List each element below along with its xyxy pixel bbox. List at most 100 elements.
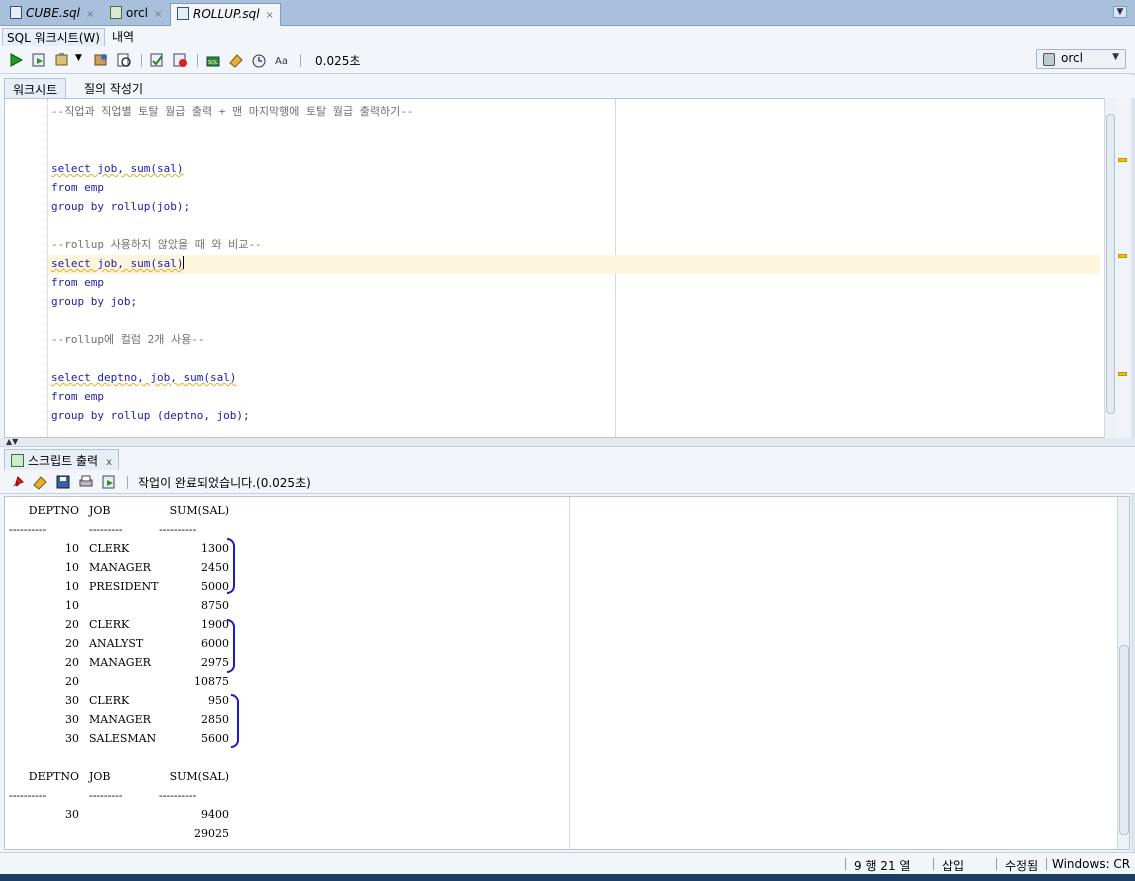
- output-toolbar: 작업이 완료되었습니다.(0.025초): [0, 470, 1135, 494]
- code-line: select job, sum(sal): [51, 256, 185, 270]
- history-icon[interactable]: [251, 52, 267, 68]
- code-line: from emp: [51, 276, 104, 289]
- status-separator: [1046, 858, 1047, 870]
- tab-script-output[interactable]: 스크립트 출력 x: [4, 449, 119, 470]
- panel-splitter[interactable]: [0, 438, 1135, 446]
- table-cell: 29025: [194, 827, 229, 840]
- table-cell: MANAGER: [89, 656, 151, 669]
- table-cell: 1300: [201, 542, 229, 555]
- separator-cell: ---------: [89, 523, 123, 536]
- table-cell: ANALYST: [89, 637, 144, 650]
- connection-name: orcl: [1061, 51, 1083, 65]
- tab-list-dropdown-icon[interactable]: ▼: [1113, 6, 1127, 18]
- splitter-arrows-icon[interactable]: ▲▼: [6, 438, 18, 446]
- close-icon[interactable]: ×: [86, 9, 94, 20]
- code-line: from emp: [51, 390, 104, 403]
- warning-marker[interactable]: [1118, 158, 1127, 162]
- format-case-icon[interactable]: Aa: [274, 52, 290, 68]
- separator-cell: ---------: [89, 789, 123, 802]
- table-cell: MANAGER: [89, 713, 151, 726]
- separator-cell: ----------: [9, 789, 47, 802]
- table-cell: 30: [65, 732, 79, 745]
- run-statement-icon[interactable]: [8, 52, 24, 68]
- script-output-area[interactable]: DEPTNO JOB SUM(SAL) ---------- --------- ----…: [4, 496, 1130, 850]
- connection-select[interactable]: orcl ▼: [1036, 49, 1126, 69]
- warning-marker[interactable]: [1118, 372, 1127, 376]
- line-ending: Windows: CR: [1052, 857, 1131, 871]
- separator-cell: ----------: [159, 523, 197, 536]
- tab-cube-sql[interactable]: CUBE.sql ×: [4, 3, 100, 26]
- status-separator: [933, 858, 934, 870]
- tab-rollup-sql[interactable]: ROLLUP.sql ×: [170, 3, 281, 27]
- tab-worksheet[interactable]: 워크시트: [4, 78, 67, 100]
- table-cell: 2975: [201, 656, 229, 669]
- close-icon[interactable]: ×: [266, 10, 274, 21]
- annotation-bracket: [227, 619, 235, 673]
- commit-icon[interactable]: [54, 52, 70, 68]
- toolbar-separator: [127, 476, 128, 489]
- code-comment: --rollup 사용하지 않았을 때 와 비교--: [51, 238, 262, 251]
- table-cell: 5600: [201, 732, 229, 745]
- elapsed-time: 0.025초: [315, 54, 361, 68]
- svg-text:SQL: SQL: [208, 60, 218, 66]
- tab-label: CUBE.sql: [26, 6, 80, 20]
- run-script-icon[interactable]: [31, 52, 47, 68]
- header-cell: JOB: [89, 770, 111, 783]
- tab-orcl[interactable]: orcl ×: [104, 3, 168, 26]
- code-line: group by job;: [51, 295, 138, 308]
- eraser-icon[interactable]: [228, 52, 244, 68]
- right-margin-line: [569, 497, 570, 849]
- pin-icon[interactable]: [10, 474, 26, 490]
- tab-history[interactable]: 내역: [108, 28, 138, 45]
- insert-mode[interactable]: 삽입: [942, 857, 964, 874]
- sql-connection-icon: [110, 6, 122, 19]
- table-cell: 6000: [201, 637, 229, 650]
- code-comment: --직업과 직업별 토탈 월급 출력 + 맨 마지막행에 토탈 월급 출력하기-…: [51, 105, 414, 118]
- clear-statement-icon[interactable]: [172, 52, 188, 68]
- scrollbar-thumb[interactable]: [1106, 114, 1115, 414]
- chevron-down-icon: ▼: [1112, 52, 1119, 62]
- toolbar-separator: [300, 54, 301, 67]
- header-cell: SUM(SAL): [169, 504, 229, 517]
- table-cell: 20: [65, 618, 79, 631]
- table-cell: 30: [65, 694, 79, 707]
- eraser-icon[interactable]: [32, 474, 48, 490]
- table-cell: 30: [65, 713, 79, 726]
- tab-label: 스크립트 출력: [28, 454, 99, 468]
- table-cell: 20: [65, 675, 79, 688]
- sql-editor[interactable]: --직업과 직업별 토탈 월급 출력 + 맨 마지막행에 토탈 월급 출력하기-…: [4, 98, 1116, 438]
- code-line: group by rollup (deptno, job);: [51, 409, 250, 422]
- header-cell: SUM(SAL): [169, 770, 229, 783]
- table-cell: PRESIDENT: [89, 580, 159, 593]
- warning-marker-strip: [1118, 98, 1130, 438]
- header-cell: JOB: [89, 504, 111, 517]
- close-icon[interactable]: ×: [154, 9, 162, 20]
- warning-marker[interactable]: [1118, 254, 1127, 258]
- print-icon[interactable]: [78, 474, 94, 490]
- annotation-bracket: [227, 538, 235, 594]
- separator-cell: ----------: [9, 523, 47, 536]
- autotrace-icon[interactable]: [149, 52, 165, 68]
- scrollbar-thumb[interactable]: [1119, 645, 1129, 835]
- sql-tuning-icon[interactable]: SQL: [205, 52, 221, 68]
- script-output-icon: [11, 454, 24, 467]
- chevron-down-icon[interactable]: ▼: [75, 53, 82, 63]
- tab-label: orcl: [126, 6, 148, 20]
- save-icon[interactable]: [55, 474, 71, 490]
- table-cell: 30: [65, 808, 79, 821]
- table-cell: 2850: [201, 713, 229, 726]
- explain-plan-icon[interactable]: [116, 52, 132, 68]
- run-script-icon[interactable]: [101, 474, 117, 490]
- database-icon: [1043, 53, 1055, 66]
- toolbar-separator: [197, 54, 198, 67]
- rollback-icon[interactable]: [93, 52, 109, 68]
- table-cell: 8750: [201, 599, 229, 612]
- tab-sql-worksheet[interactable]: SQL 워크시트(W): [2, 28, 105, 46]
- close-icon[interactable]: x: [106, 457, 112, 468]
- editor-scrollbar[interactable]: [1104, 98, 1116, 438]
- output-scrollbar[interactable]: [1117, 497, 1129, 849]
- code-line: from emp: [51, 181, 104, 194]
- tab-query-builder[interactable]: 질의 작성기: [76, 78, 151, 99]
- code-line: select deptno, job, sum(sal): [51, 371, 237, 384]
- table-cell: 950: [208, 694, 229, 707]
